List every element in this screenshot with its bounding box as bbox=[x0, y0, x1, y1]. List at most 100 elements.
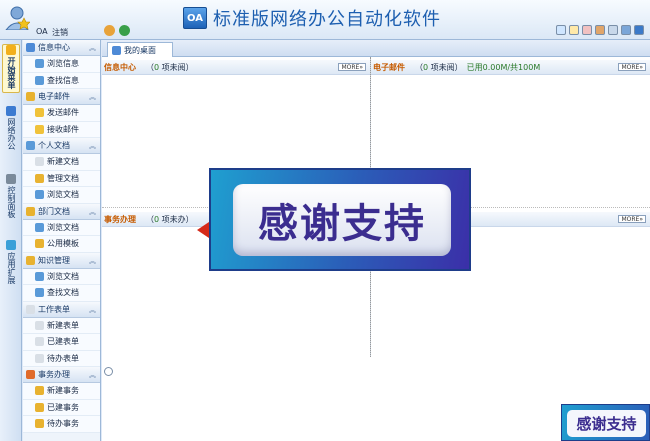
menu-item-receive-mail[interactable]: 接收邮件 bbox=[23, 121, 100, 138]
panel-title: 电子邮件 bbox=[373, 62, 405, 72]
panel-count: （0 项未阅） bbox=[415, 62, 463, 72]
oa-logo-icon: OA bbox=[183, 7, 207, 29]
chevron-up-icon[interactable]: ︽ bbox=[89, 256, 96, 266]
book-icon[interactable] bbox=[595, 25, 605, 35]
menu-item-label: 浏览文档 bbox=[47, 271, 79, 281]
menu-item-label: 接收邮件 bbox=[47, 124, 79, 134]
panel-title: 信息中心 bbox=[104, 62, 136, 72]
edit-icon[interactable] bbox=[569, 25, 579, 35]
chevron-up-icon[interactable]: ︽ bbox=[89, 43, 96, 53]
search-icon bbox=[35, 288, 44, 298]
menu-item-label: 新建事务 bbox=[47, 386, 79, 396]
user-avatar-icon[interactable] bbox=[4, 4, 30, 30]
back-icon[interactable] bbox=[104, 25, 115, 36]
help-icon[interactable] bbox=[634, 25, 644, 35]
new-form-icon bbox=[35, 320, 44, 330]
mini-banner-text: 感谢支持 bbox=[576, 415, 637, 433]
menu-item-find-info[interactable]: 查找信息 bbox=[23, 72, 100, 89]
menu-group-work-forms[interactable]: 工作表单 ︽ bbox=[23, 301, 100, 318]
gear-icon bbox=[35, 386, 44, 396]
menu-item-label: 待办事务 bbox=[47, 419, 79, 429]
category-control-panel[interactable]: 控制面板 bbox=[2, 174, 20, 221]
v-icon[interactable] bbox=[582, 25, 592, 35]
wrench-icon bbox=[6, 174, 16, 184]
menu-item-manage-doc[interactable]: 管理文档 bbox=[23, 170, 100, 187]
menu-tree: 信息中心 ︽ 浏览信息 查找信息 电子邮件 ︽ 发送邮件 接收邮件 个人文档 ︽… bbox=[23, 40, 101, 441]
gear-icon bbox=[35, 419, 44, 429]
banner-button: 感谢支持 bbox=[233, 184, 451, 256]
tab-my-desktop[interactable]: 我的桌面 bbox=[107, 42, 173, 57]
menu-item-browse-knowledge[interactable]: 浏览文档 bbox=[23, 268, 100, 285]
message-icon[interactable] bbox=[556, 25, 566, 35]
category-bar: 开始菜单 网络办公 控制面板 应用扩展 bbox=[0, 40, 22, 441]
refresh-icon[interactable] bbox=[119, 25, 130, 36]
category-start-menu[interactable]: 开始菜单 bbox=[2, 44, 20, 93]
menu-group-dept-docs[interactable]: 部门文档 ︽ bbox=[23, 203, 100, 220]
category-network-office[interactable]: 网络办公 bbox=[2, 106, 20, 153]
panel-info-center-header: 信息中心 （0 项未阅） MORE» bbox=[102, 60, 370, 75]
menu-item-label: 查找信息 bbox=[47, 75, 79, 85]
more-button[interactable]: MORE» bbox=[338, 63, 366, 71]
chevron-up-icon[interactable]: ︽ bbox=[89, 370, 96, 380]
toolbar-icons bbox=[556, 25, 644, 35]
document-icon bbox=[35, 222, 44, 232]
menu-item-new-doc[interactable]: 新建文档 bbox=[23, 154, 100, 171]
menu-item-templates[interactable]: 公用模板 bbox=[23, 236, 100, 253]
magnifier-icon[interactable] bbox=[104, 367, 113, 376]
menu-item-browse-doc[interactable]: 浏览文档 bbox=[23, 187, 100, 204]
panel-title: 事务办理 bbox=[104, 214, 136, 224]
top-header: OA 注销 OA 标准版网络办公自动化软件 bbox=[0, 0, 650, 40]
category-label: 应用扩展 bbox=[7, 252, 16, 284]
menu-item-send-mail[interactable]: 发送邮件 bbox=[23, 105, 100, 122]
menu-item-label: 新建表单 bbox=[47, 320, 79, 330]
menu-item-label: 发送邮件 bbox=[47, 108, 79, 118]
menu-group-knowledge[interactable]: 知识管理 ︽ bbox=[23, 252, 100, 269]
panel-count: （0 项未阅） bbox=[146, 62, 194, 72]
menu-item-created-forms[interactable]: 已建表单 bbox=[23, 334, 100, 351]
menu-item-label: 管理文档 bbox=[47, 173, 79, 183]
menu-item-browse-dept-doc[interactable]: 浏览文档 bbox=[23, 219, 100, 236]
menu-item-pending-affairs[interactable]: 待办事务 bbox=[23, 416, 100, 433]
more-button[interactable]: MORE» bbox=[618, 63, 646, 71]
menu-item-find-knowledge[interactable]: 查找文档 bbox=[23, 285, 100, 302]
menu-group-label: 知识管理 bbox=[38, 255, 70, 265]
menu-group-label: 工作表单 bbox=[38, 304, 70, 314]
menu-group-info-center[interactable]: 信息中心 ︽ bbox=[23, 40, 100, 56]
chevron-up-icon[interactable]: ︽ bbox=[89, 207, 96, 217]
menu-item-label: 公用模板 bbox=[47, 239, 79, 249]
menu-group-affairs[interactable]: 事务办理 ︽ bbox=[23, 367, 100, 383]
tab-strip: 我的桌面 bbox=[102, 40, 650, 57]
more-button[interactable]: MORE» bbox=[618, 215, 646, 223]
menu-item-created-affairs[interactable]: 已建事务 bbox=[23, 399, 100, 416]
menu-group-label: 部门文档 bbox=[38, 206, 70, 216]
chevron-up-icon[interactable]: ︽ bbox=[89, 141, 96, 151]
settings-icon[interactable] bbox=[621, 25, 631, 35]
document-icon bbox=[35, 59, 44, 69]
app-title: 标准版网络办公自动化软件 bbox=[213, 9, 441, 30]
menu-item-label: 浏览文档 bbox=[47, 190, 79, 200]
user-name: OA bbox=[36, 27, 48, 36]
mini-banner-button: 感谢支持 bbox=[567, 410, 646, 437]
logout-link[interactable]: 注销 bbox=[52, 27, 68, 38]
menu-item-label: 浏览文档 bbox=[47, 222, 79, 232]
chevron-up-icon[interactable]: ︽ bbox=[89, 92, 96, 102]
category-app-extension[interactable]: 应用扩展 bbox=[2, 240, 20, 287]
template-icon bbox=[35, 239, 44, 249]
menu-item-new-affair[interactable]: 新建事务 bbox=[23, 383, 100, 400]
list-icon[interactable] bbox=[608, 25, 618, 35]
menu-group-personal-docs[interactable]: 个人文档 ︽ bbox=[23, 138, 100, 154]
menu-group-email[interactable]: 电子邮件 ︽ bbox=[23, 89, 100, 105]
menu-item-browse-info[interactable]: 浏览信息 bbox=[23, 56, 100, 73]
chevron-up-icon[interactable]: ︽ bbox=[89, 305, 96, 315]
mini-thanks-banner[interactable]: 感谢支持 bbox=[561, 404, 650, 441]
mail-icon bbox=[26, 92, 35, 101]
info-icon bbox=[26, 43, 35, 52]
folder-icon bbox=[26, 206, 35, 216]
menu-item-new-form[interactable]: 新建表单 bbox=[23, 317, 100, 334]
menu-item-pending-forms[interactable]: 待办表单 bbox=[23, 350, 100, 367]
desktop-icon bbox=[112, 45, 121, 55]
menu-group-label: 电子邮件 bbox=[38, 92, 70, 101]
menu-group-label: 信息中心 bbox=[38, 43, 70, 52]
thanks-banner: 感谢支持 bbox=[209, 168, 471, 271]
network-icon bbox=[6, 106, 16, 116]
